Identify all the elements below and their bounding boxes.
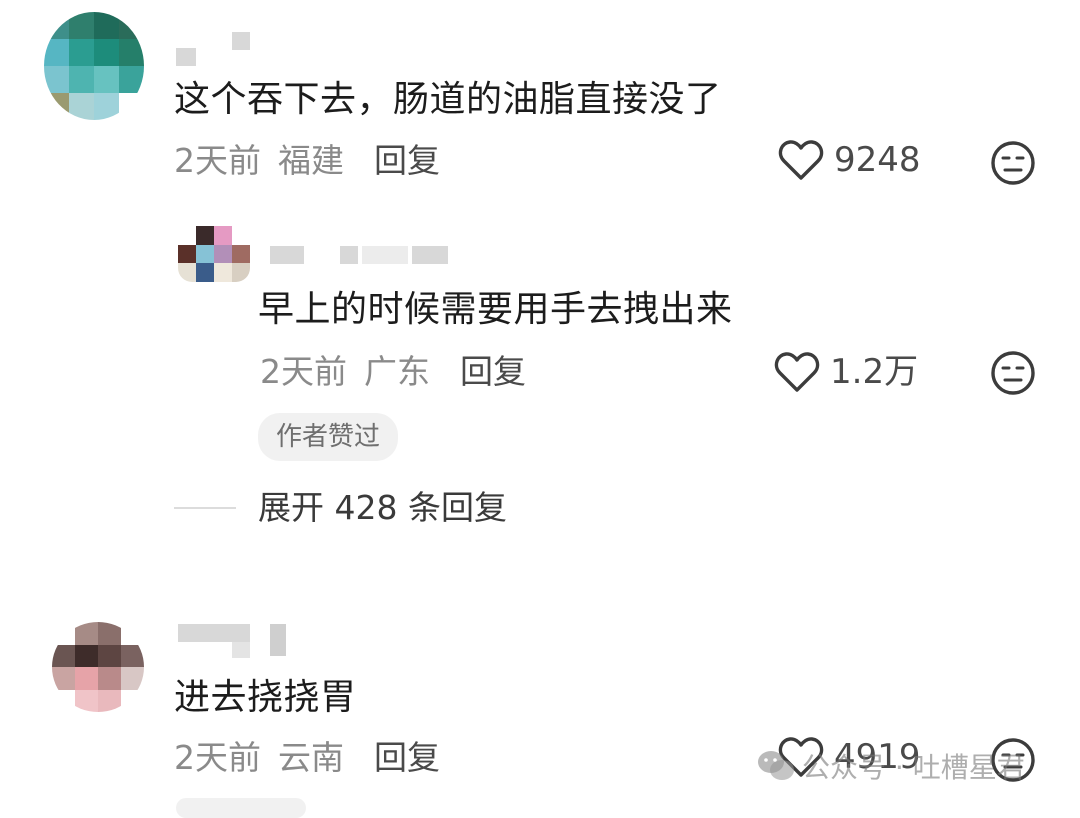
heart-outline-icon — [778, 140, 824, 180]
comment-1-like-count: 9248 — [834, 140, 921, 180]
reply-reply-button[interactable]: 回复 — [460, 352, 526, 392]
comment-1-avatar[interactable] — [44, 12, 144, 120]
expand-divider — [174, 507, 236, 509]
heart-outline-icon — [774, 352, 820, 392]
author-liked-badge: 作者赞过 — [258, 413, 399, 461]
watermark-text: 公众号 · 吐槽星君 — [802, 751, 1025, 784]
neutral-face-icon — [991, 141, 1035, 185]
reply-text: 早上的时候需要用手去拽出来 — [258, 289, 733, 330]
comment-1-username[interactable] — [176, 48, 196, 66]
comment-2-reply-button[interactable]: 回复 — [374, 738, 440, 778]
reply-username-2 — [340, 246, 358, 264]
comment-2-time: 2天前 — [174, 738, 261, 777]
neutral-face-icon — [991, 351, 1035, 395]
comment-1-like-button[interactable]: 9248 — [778, 138, 921, 182]
comment-2-username[interactable] — [178, 624, 250, 642]
comment-2-username-2 — [232, 642, 250, 658]
reply-like-button[interactable]: 1.2万 — [774, 350, 918, 394]
comment-2-avatar[interactable] — [52, 622, 144, 712]
reply-avatar[interactable] — [178, 226, 250, 282]
comment-1-time: 2天前 — [174, 141, 261, 180]
comment-1-reply-button[interactable]: 回复 — [374, 141, 440, 181]
comment-2-badge-partial — [176, 798, 306, 818]
comment-2-location: 云南 — [278, 738, 344, 777]
comment-1-location: 福建 — [278, 141, 344, 180]
reply-username-4 — [412, 246, 448, 264]
comment-1-dislike-button[interactable] — [990, 140, 1036, 190]
watermark: 公众号 · 吐槽星君 — [756, 746, 1025, 786]
comment-1-text: 这个吞下去，肠道的油脂直接没了 — [174, 79, 722, 120]
reply-location: 广东 — [364, 352, 430, 391]
reply-username-3 — [362, 246, 408, 264]
comment-1-username-2 — [232, 32, 250, 50]
comment-2-text: 进去挠挠胃 — [174, 677, 357, 718]
reply-dislike-button[interactable] — [990, 350, 1036, 400]
comment-2-username-3 — [270, 624, 286, 656]
expand-replies-button[interactable]: 展开 428 条回复 — [258, 488, 507, 528]
reply-username[interactable] — [270, 246, 304, 264]
wechat-icon — [758, 751, 794, 780]
reply-time: 2天前 — [260, 352, 347, 391]
reply-like-count: 1.2万 — [830, 352, 919, 392]
